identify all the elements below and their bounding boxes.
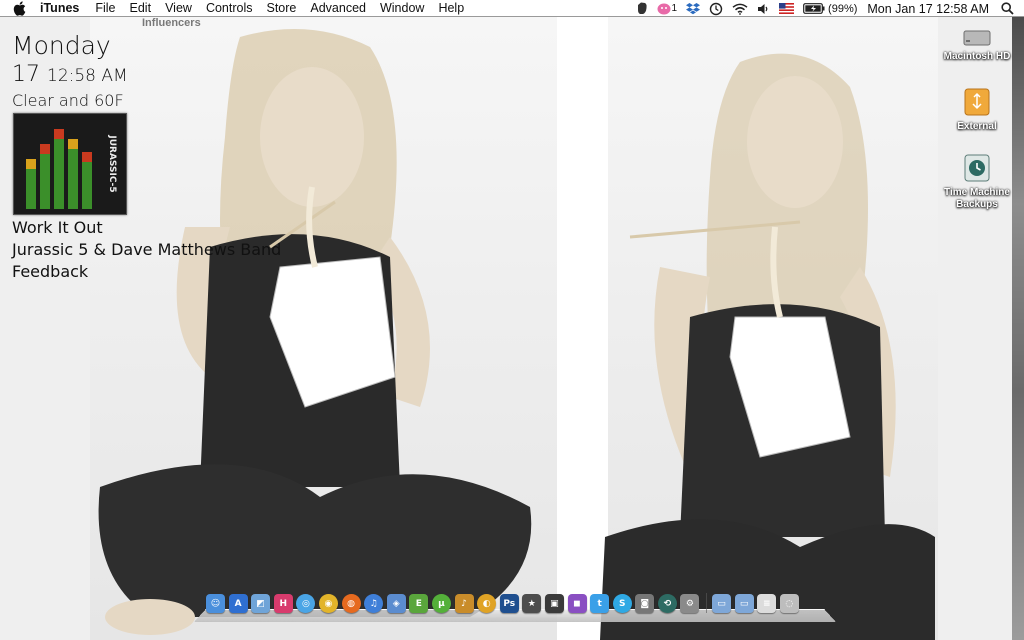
menu-store[interactable]: Store	[266, 0, 296, 17]
app-store-icon[interactable]: A	[228, 594, 248, 613]
desktop-icon-macintosh-hd[interactable]: Macintosh HD	[937, 19, 1017, 63]
time-machine-icon	[937, 153, 1017, 185]
notification-count: 1	[671, 3, 678, 14]
menu-controls[interactable]: Controls	[206, 0, 253, 17]
spotlight-search-icon[interactable]	[1001, 2, 1014, 15]
menu-clock[interactable]: Mon Jan 17 12:58 AM	[867, 2, 989, 16]
wallpaper-figure-right	[600, 53, 935, 640]
preview-icon[interactable]: ◩	[251, 594, 271, 613]
geektool-widget: Monday 17 12:58 AM Clear and 60F	[12, 31, 128, 112]
dropbox-icon[interactable]	[686, 2, 701, 15]
weekday-text: Monday	[12, 31, 111, 60]
desktop-icon-label: Macintosh HD	[943, 51, 1011, 62]
usb-drive-icon	[937, 87, 1017, 119]
photoshop-icon[interactable]: Ps	[499, 594, 519, 613]
utorrent-icon[interactable]: µ	[431, 594, 451, 613]
firefox-icon[interactable]: ◍	[341, 594, 361, 613]
downloads-stack-icon[interactable]: ≡	[757, 594, 777, 613]
time-text: 12:58 AM	[47, 66, 128, 86]
weather-text: Clear and 60F	[12, 91, 124, 110]
garageband-icon[interactable]: ♪	[454, 594, 474, 613]
finder-icon[interactable]: ☺	[206, 594, 225, 613]
chrome-icon[interactable]: ◉	[318, 594, 338, 613]
hard-drive-icon	[937, 19, 1017, 49]
imovie-icon[interactable]: ★	[522, 594, 542, 613]
battery-percent: (99%)	[828, 2, 858, 15]
movie-icon[interactable]: ◼	[567, 594, 587, 613]
desktop-icon-external[interactable]: External	[937, 87, 1017, 133]
battery-icon[interactable]: (99%)	[803, 3, 857, 15]
desktop-icon-time-machine-backups[interactable]: Time Machine Backups	[937, 153, 1017, 211]
evernote-icon[interactable]: E	[409, 594, 429, 613]
time-machine-icon[interactable]	[709, 2, 723, 16]
system-preferences-icon[interactable]: ⚙	[680, 594, 700, 613]
clapper-icon[interactable]: ▣	[544, 594, 564, 613]
desktop-icon-label: External	[957, 121, 997, 132]
haley-icon[interactable]: H	[273, 594, 293, 613]
song-title: Work It Out	[12, 218, 103, 237]
menu-advanced[interactable]: Advanced	[310, 0, 366, 17]
menu-edit[interactable]: Edit	[130, 0, 152, 17]
date-number: 17	[12, 62, 40, 87]
album-art-title: JURASSIC-5	[107, 134, 117, 192]
twitter-icon[interactable]: t	[590, 594, 610, 613]
menu-app-name[interactable]: iTunes	[40, 0, 79, 17]
dock-items: ☺ A ◩ H ◎ ◉ ◍ ♫ ◈ Eµ ♪ ◐ Ps ★ ▣ ◼ t S ◙ ⟲ ⚙ ▭ ▭ ≡ ◌	[206, 593, 802, 613]
song-artist: Jurassic 5 & Dave Matthews Band	[12, 240, 282, 259]
menu-bar: iTunes File Edit View Controls Store Adv…	[0, 0, 1024, 17]
audio-icon[interactable]: ◐	[477, 594, 497, 613]
dock: ☺ A ◩ H ◎ ◉ ◍ ♫ ◈ Eµ ♪ ◐ Ps ★ ▣ ◼ t S ◙ ⟲ ⚙ ▭ ▭ ≡ ◌	[193, 589, 837, 623]
wifi-icon[interactable]	[732, 3, 748, 15]
menu-bar-left: iTunes File Edit View Controls Store Adv…	[10, 0, 478, 17]
dock-separator	[706, 593, 708, 613]
song-album: Feedback	[12, 262, 89, 281]
trash-icon[interactable]: ◌	[779, 594, 799, 613]
album-art: JURASSIC-5	[13, 113, 127, 215]
itunes-icon[interactable]: ♫	[364, 594, 384, 613]
menu-window[interactable]: Window	[380, 0, 424, 17]
documents-folder-icon[interactable]: ▭	[734, 594, 754, 613]
desktop: Influencers Monday 17 12:58 AM Clear and…	[0, 17, 1024, 640]
menu-help[interactable]: Help	[438, 0, 464, 17]
applications-folder-icon[interactable]: ▭	[712, 594, 732, 613]
apple-menu-icon[interactable]	[10, 1, 28, 16]
menu-view[interactable]: View	[165, 0, 192, 17]
app-icon[interactable]: ◈	[386, 594, 406, 613]
safari-icon[interactable]: ◎	[296, 594, 316, 613]
wallpaper-figure-left	[98, 29, 532, 635]
now-playing: Work It Out Jurassic 5 & Dave Matthews B…	[12, 217, 281, 283]
flag-us-icon[interactable]	[779, 3, 795, 14]
growl-icon[interactable]: 1	[657, 2, 677, 15]
time-machine-icon[interactable]: ⟲	[657, 594, 677, 613]
evernote-icon[interactable]	[636, 2, 648, 15]
camera-icon[interactable]: ◙	[635, 594, 655, 613]
menu-bar-extras: 1 (99%) Mon Jan 17 12:58 AM	[627, 0, 1014, 17]
skype-icon[interactable]: S	[612, 594, 632, 613]
date-time-line: 17 12:58 AM	[12, 61, 128, 90]
volume-icon[interactable]	[757, 3, 770, 15]
menu-file[interactable]: File	[95, 0, 115, 17]
desktop-icon-label: Time Machine Backups	[944, 187, 1010, 210]
